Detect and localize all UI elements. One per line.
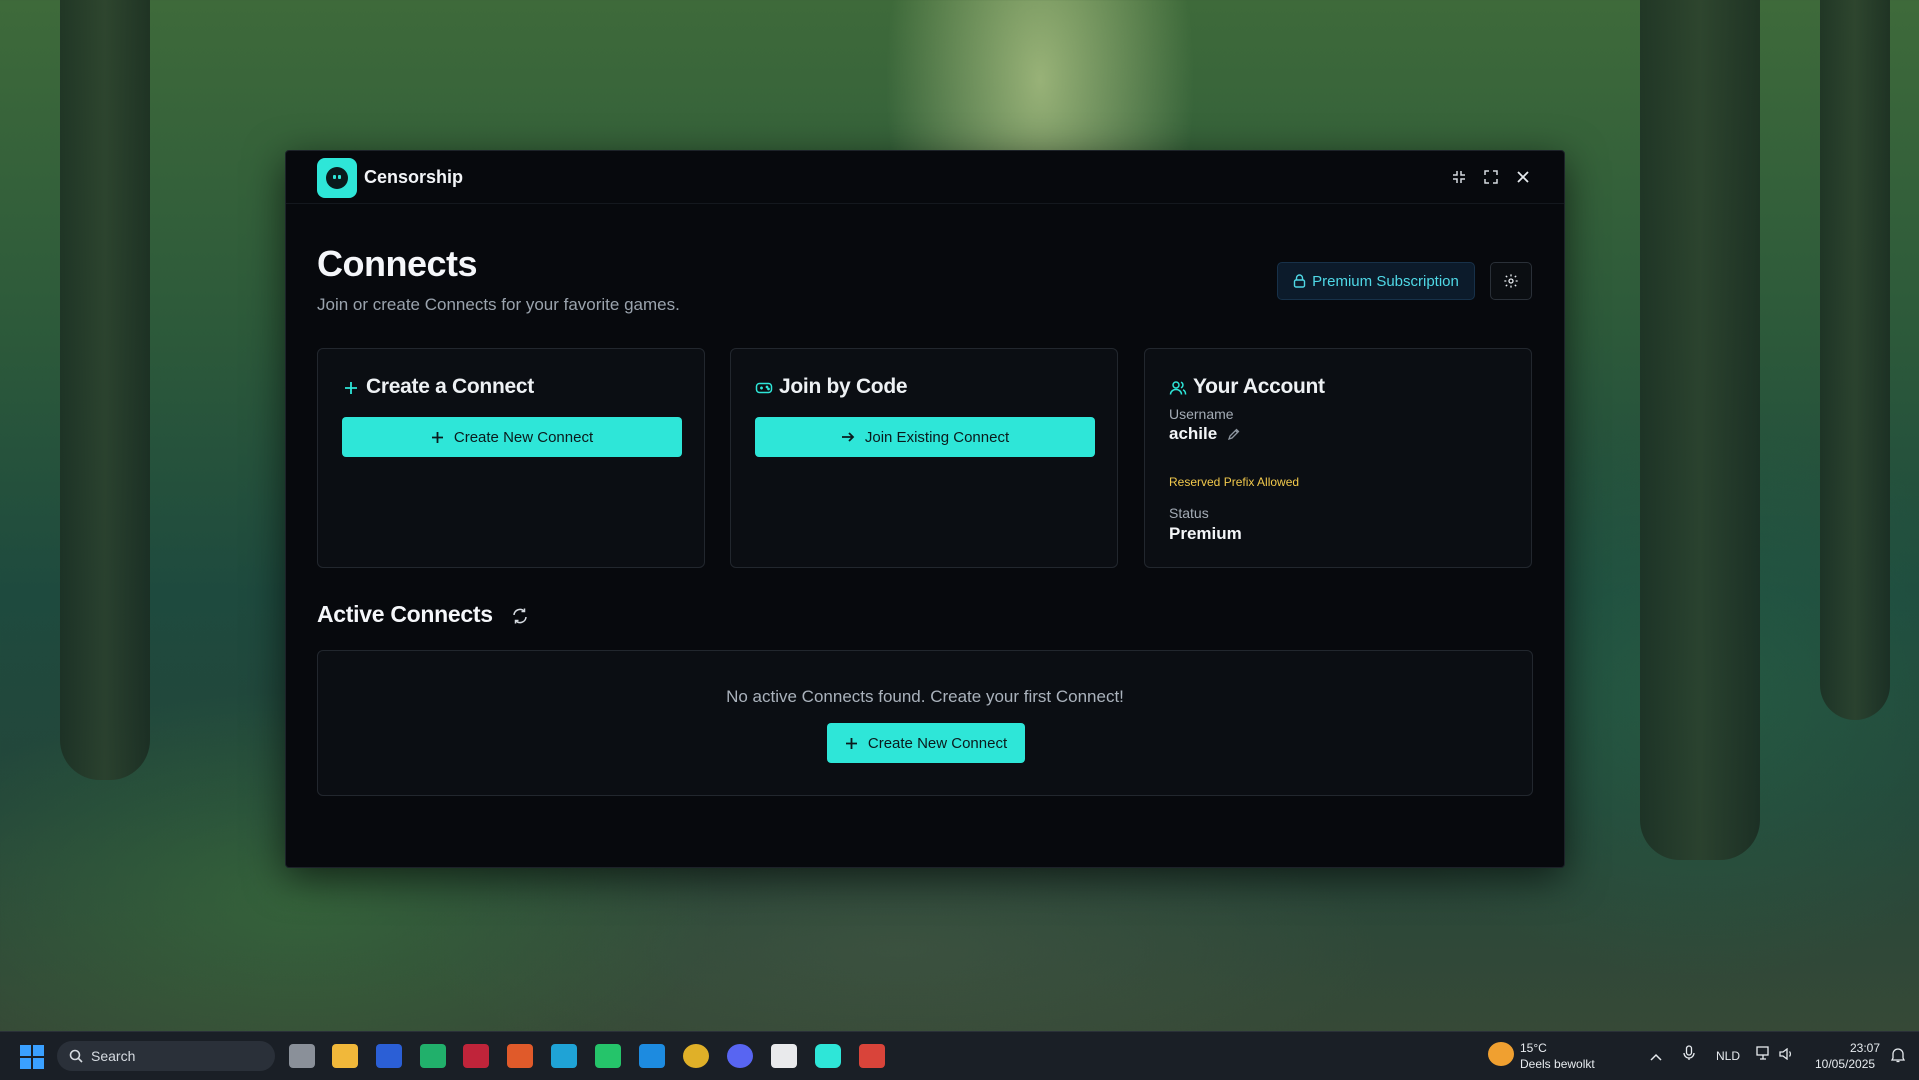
weather-description: Deels bewolkt bbox=[1520, 1057, 1595, 1071]
webstorm-icon[interactable] bbox=[551, 1044, 577, 1068]
page-title: Connects bbox=[317, 243, 478, 284]
settings-button[interactable] bbox=[1490, 262, 1532, 300]
create-connect-title: Create a Connect bbox=[366, 375, 534, 398]
refresh-icon[interactable] bbox=[511, 607, 529, 625]
create-new-connect-button[interactable]: Create New Connect bbox=[342, 417, 682, 457]
intellij-icon[interactable] bbox=[376, 1044, 402, 1068]
clion-icon[interactable] bbox=[420, 1044, 446, 1068]
clock-time[interactable]: 23:07 bbox=[1850, 1041, 1880, 1055]
weather-icon[interactable] bbox=[1488, 1042, 1514, 1066]
status-value: Premium bbox=[1169, 524, 1242, 543]
premium-subscription-button[interactable]: Premium Subscription bbox=[1277, 262, 1475, 300]
join-existing-connect-button[interactable]: Join Existing Connect bbox=[755, 417, 1095, 457]
discord-icon[interactable] bbox=[727, 1044, 753, 1068]
search-icon bbox=[69, 1049, 83, 1063]
plus-icon bbox=[845, 737, 857, 749]
page-subtitle: Join or create Connects for your favorit… bbox=[317, 295, 680, 314]
background-tree bbox=[1640, 0, 1760, 860]
edit-icon[interactable] bbox=[1227, 427, 1241, 441]
users-icon bbox=[1169, 381, 1187, 395]
active-connects-empty-state: No active Connects found. Create your fi… bbox=[317, 650, 1533, 796]
pycharm-icon[interactable] bbox=[595, 1044, 621, 1068]
minimize-icon[interactable] bbox=[1449, 167, 1469, 187]
rustrover-icon[interactable] bbox=[507, 1044, 533, 1068]
your-account-title: Your Account bbox=[1193, 375, 1325, 398]
background-tree bbox=[60, 0, 150, 780]
taskbar: Search 15°C Deels bewolkt NLD 23:07 10/0… bbox=[0, 1031, 1919, 1080]
gear-icon bbox=[1504, 274, 1518, 288]
language-indicator[interactable]: NLD bbox=[1716, 1049, 1740, 1063]
maximize-icon[interactable] bbox=[1481, 167, 1501, 187]
plus-icon bbox=[431, 431, 443, 443]
premium-subscription-label: Premium Subscription bbox=[1312, 272, 1459, 290]
empty-create-new-connect-label: Create New Connect bbox=[867, 734, 1008, 752]
status-label: Status bbox=[1169, 505, 1209, 521]
username-value: achile bbox=[1169, 424, 1218, 443]
weather-temperature: 15°C bbox=[1520, 1041, 1547, 1055]
search-placeholder: Search bbox=[91, 1048, 136, 1064]
empty-create-new-connect-button[interactable]: Create New Connect bbox=[827, 723, 1025, 763]
windows-start-icon[interactable] bbox=[20, 1045, 44, 1069]
join-existing-connect-label: Join Existing Connect bbox=[864, 428, 1010, 446]
snipping-tool-icon[interactable] bbox=[859, 1044, 885, 1068]
taskbar-search[interactable]: Search bbox=[57, 1041, 275, 1071]
join-by-code-card: Join by Code Join Existing Connect bbox=[730, 348, 1118, 568]
rider-icon[interactable] bbox=[463, 1044, 489, 1068]
plus-icon bbox=[345, 382, 357, 394]
file-explorer-icon[interactable] bbox=[332, 1044, 358, 1068]
username-label: Username bbox=[1169, 406, 1234, 422]
vscode-icon[interactable] bbox=[639, 1044, 665, 1068]
network-icon[interactable] bbox=[1756, 1046, 1772, 1065]
volume-icon[interactable] bbox=[1779, 1047, 1793, 1065]
join-by-code-title: Join by Code bbox=[779, 375, 908, 398]
task-view-icon[interactable] bbox=[289, 1044, 315, 1068]
close-icon[interactable] bbox=[1513, 167, 1533, 187]
gamepad-icon bbox=[755, 382, 773, 394]
empty-state-message: No active Connects found. Create your fi… bbox=[726, 687, 1124, 706]
create-new-connect-label: Create New Connect bbox=[453, 428, 594, 446]
create-connect-card: Create a Connect Create New Connect bbox=[317, 348, 705, 568]
app-title: Censorship bbox=[364, 167, 464, 187]
arrow-right-icon bbox=[841, 432, 855, 442]
your-account-card: Your Account Username achile Reserved Pr… bbox=[1144, 348, 1532, 568]
active-connects-title: Active Connects bbox=[317, 601, 493, 627]
app-window: Censorship Connects Join or create Conne… bbox=[285, 150, 1565, 868]
notification-icon[interactable] bbox=[1890, 1047, 1906, 1068]
app-logo-icon bbox=[317, 158, 357, 198]
chevron-up-icon[interactable] bbox=[1650, 1048, 1662, 1066]
clock-date[interactable]: 10/05/2025 bbox=[1815, 1057, 1875, 1071]
reserved-prefix-note: Reserved Prefix Allowed bbox=[1169, 475, 1300, 489]
title-bar[interactable]: Censorship bbox=[286, 151, 1564, 204]
background-tree bbox=[1820, 0, 1890, 720]
microphone-icon[interactable] bbox=[1683, 1045, 1695, 1066]
notion-icon[interactable] bbox=[771, 1044, 797, 1068]
lock-icon bbox=[1293, 274, 1306, 288]
censorship-app-icon[interactable] bbox=[815, 1044, 841, 1068]
chrome-icon[interactable] bbox=[683, 1044, 709, 1068]
